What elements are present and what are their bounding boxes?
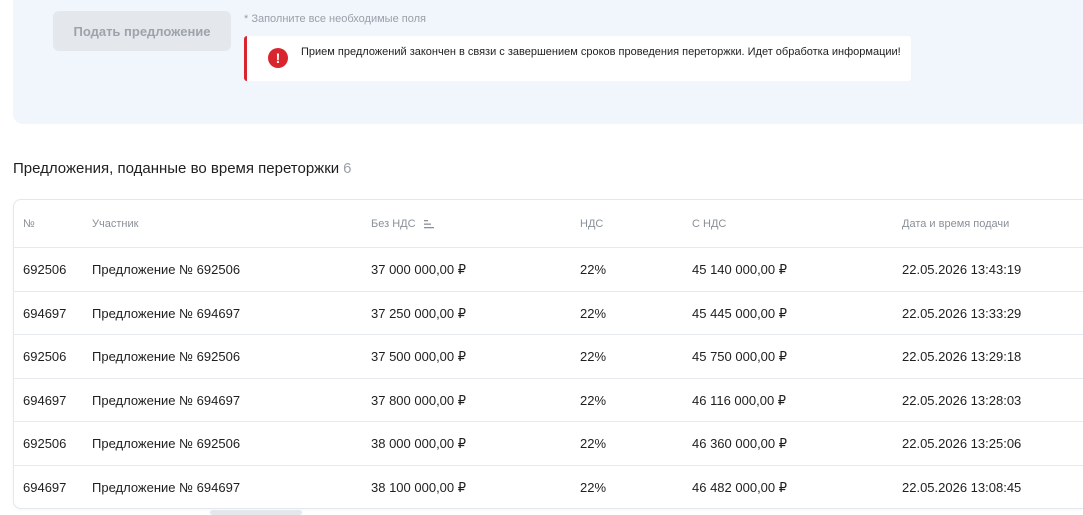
cell-with-vat: 45 750 000,00 ₽ (692, 349, 788, 364)
cell-without-vat: 38 000 000,00 ₽ (371, 436, 467, 451)
table-row: 694697 Предложение № 694697 37 800 000,0… (14, 377, 1083, 422)
cell-with-vat: 45 445 000,00 ₽ (692, 305, 788, 321)
table-header: № Участник Без НДС НДС С НДС Дата и врем… (14, 200, 1083, 247)
sort-ascending-icon[interactable] (423, 219, 435, 229)
section-title-text: Предложения, поданные во время переторжк… (13, 160, 340, 177)
cell-number: 694697 (23, 479, 67, 495)
cell-participant: Предложение № 692506 (92, 436, 241, 451)
cell-vat: 22% (580, 392, 607, 408)
cell-with-vat: 46 116 000,00 ₽ (692, 392, 787, 408)
cell-without-vat: 37 500 000,00 ₽ (371, 349, 467, 364)
cell-vat: 22% (580, 479, 607, 495)
cell-without-vat: 37 000 000,00 ₽ (371, 262, 467, 277)
error-alert: ! Прием предложений закончен в связи с з… (244, 36, 911, 81)
cell-with-vat: 45 140 000,00 ₽ (692, 262, 788, 277)
cell-number: 694697 (23, 392, 67, 408)
cell-number: 692506 (23, 262, 67, 277)
alert-message: Прием предложений закончен в связи с зав… (301, 46, 901, 58)
cell-number: 692506 (23, 436, 67, 451)
cell-datetime: 22.05.2026 13:08:45 (902, 479, 1022, 495)
cell-participant: Предложение № 694697 (92, 305, 241, 321)
cell-participant: Предложение № 694697 (92, 392, 241, 408)
offers-table: № Участник Без НДС НДС С НДС Дата и врем… (13, 199, 1083, 509)
table-row: 694697 Предложение № 694697 38 100 000,0… (14, 464, 1083, 509)
cell-participant: Предложение № 692506 (92, 262, 241, 277)
column-header-submission-datetime: Дата и время подачи (902, 218, 1010, 230)
exclamation-icon: ! (268, 48, 288, 68)
cell-number: 694697 (23, 305, 67, 321)
required-fields-hint: * Заполните все необходимые поля (244, 13, 426, 25)
section-title: Предложения, поданные во время переторжк… (13, 160, 352, 177)
cell-datetime: 22.05.2026 13:33:29 (902, 305, 1022, 321)
cell-with-vat: 46 360 000,00 ₽ (692, 436, 788, 451)
table-row: 692506 Предложение № 692506 37 000 000,0… (14, 247, 1083, 291)
offers-count: 6 (343, 160, 352, 177)
submit-offer-button[interactable]: Подать предложение (53, 11, 231, 51)
horizontal-scrollbar[interactable] (210, 510, 302, 515)
cell-number: 692506 (23, 349, 67, 364)
cell-without-vat: 37 250 000,00 ₽ (371, 305, 467, 321)
cell-with-vat: 46 482 000,00 ₽ (692, 479, 788, 495)
column-header-number: № (23, 218, 35, 230)
cell-datetime: 22.05.2026 13:25:06 (902, 436, 1022, 451)
cell-vat: 22% (580, 349, 607, 364)
column-header-without-vat[interactable]: Без НДС (371, 218, 435, 230)
table-row: 692506 Предложение № 692506 37 500 000,0… (14, 334, 1083, 378)
cell-participant: Предложение № 692506 (92, 349, 241, 364)
column-header-with-vat: С НДС (692, 218, 727, 230)
column-header-vat: НДС (580, 218, 604, 230)
cell-without-vat: 38 100 000,00 ₽ (371, 479, 467, 495)
cell-vat: 22% (580, 262, 607, 277)
table-row: 692506 Предложение № 692506 38 000 000,0… (14, 421, 1083, 465)
cell-vat: 22% (580, 436, 607, 451)
cell-datetime: 22.05.2026 13:43:19 (902, 262, 1022, 277)
column-header-without-vat-label: Без НДС (371, 218, 416, 230)
cell-participant: Предложение № 694697 (92, 479, 241, 495)
cell-vat: 22% (580, 305, 607, 321)
column-header-participant: Участник (92, 218, 139, 230)
table-row: 694697 Предложение № 694697 37 250 000,0… (14, 290, 1083, 335)
cell-without-vat: 37 800 000,00 ₽ (371, 392, 467, 408)
cell-datetime: 22.05.2026 13:28:03 (902, 392, 1022, 408)
cell-datetime: 22.05.2026 13:29:18 (902, 349, 1022, 364)
